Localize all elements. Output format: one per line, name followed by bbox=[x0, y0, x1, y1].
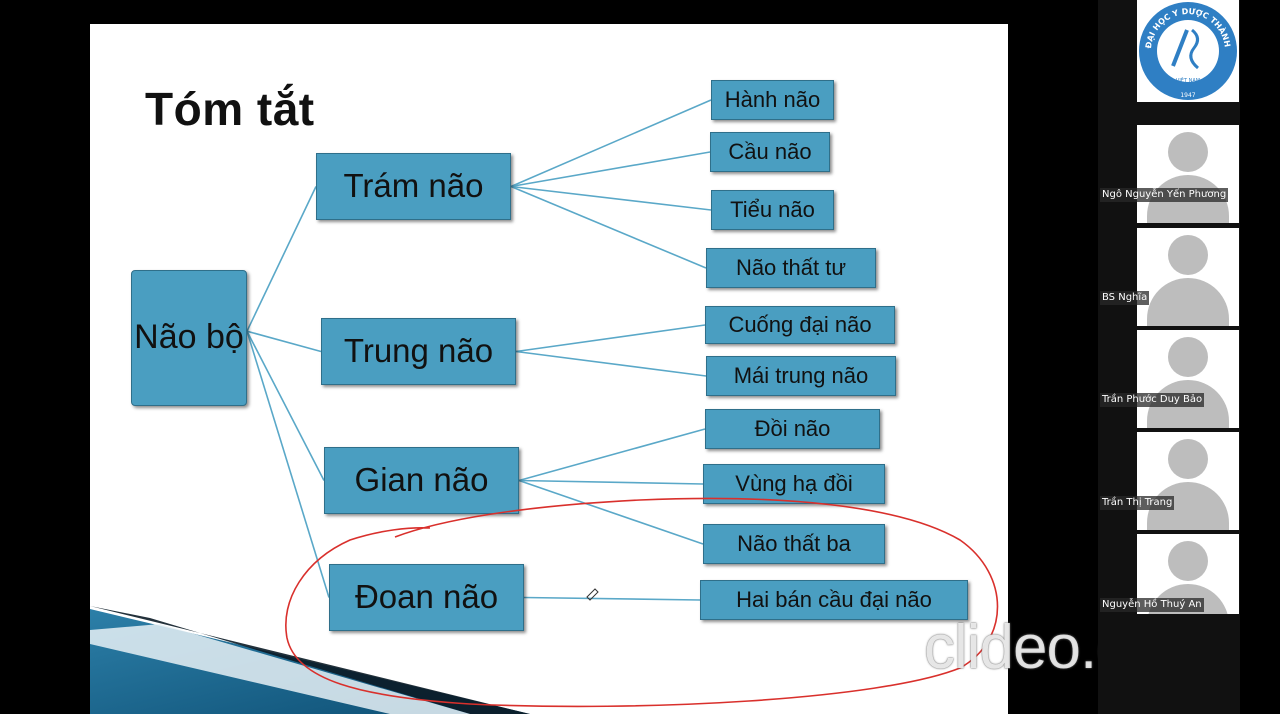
leaf-node: Cầu não bbox=[710, 132, 830, 172]
svg-text:VIỆT NAM: VIỆT NAM bbox=[1176, 76, 1200, 84]
branch-node-4: Đoan não bbox=[329, 564, 524, 631]
slide-title: Tóm tắt bbox=[145, 83, 315, 135]
participant-avatar[interactable] bbox=[1137, 125, 1239, 223]
svg-text:1947: 1947 bbox=[1180, 92, 1195, 99]
leaf-node: Tiểu não bbox=[711, 190, 834, 230]
participant-name: BS Nghĩa bbox=[1100, 291, 1150, 305]
participant-avatar[interactable] bbox=[1137, 228, 1239, 326]
branch-node-2: Trung não bbox=[321, 318, 516, 385]
leaf-node: Não thất tư bbox=[706, 248, 876, 288]
participant-name: Trần Phước Duy Bảo bbox=[1100, 393, 1205, 407]
university-logo: ĐẠI HỌC Y DƯỢC THÀNH PHỐ HỒ CHÍ MINH VIỆ… bbox=[1133, 0, 1239, 102]
participant-avatar[interactable] bbox=[1137, 432, 1239, 530]
leaf-node: Đồi não bbox=[705, 409, 880, 449]
participant-avatar[interactable] bbox=[1137, 330, 1239, 428]
leaf-node: Não thất ba bbox=[703, 524, 885, 564]
leaf-node: Mái trung não bbox=[706, 356, 896, 396]
branch-node-3: Gian não bbox=[324, 447, 519, 514]
presentation-slide: Tóm tắt Não bộ Trám não Trung não Gian n… bbox=[90, 24, 1008, 714]
branch-node-1: Trám não bbox=[316, 153, 511, 220]
participant-name: Nguyễn Hồ Thuý An bbox=[1100, 598, 1204, 612]
participant-name: Ngô Nguyễn Yến Phương bbox=[1100, 188, 1229, 202]
leaf-node: Vùng hạ đồi bbox=[703, 464, 885, 504]
participant-name: Trần Thị Trang bbox=[1100, 496, 1175, 510]
leaf-node: Cuống đại não bbox=[705, 306, 895, 344]
root-node: Não bộ bbox=[131, 270, 247, 406]
leaf-node: Hành não bbox=[711, 80, 834, 120]
